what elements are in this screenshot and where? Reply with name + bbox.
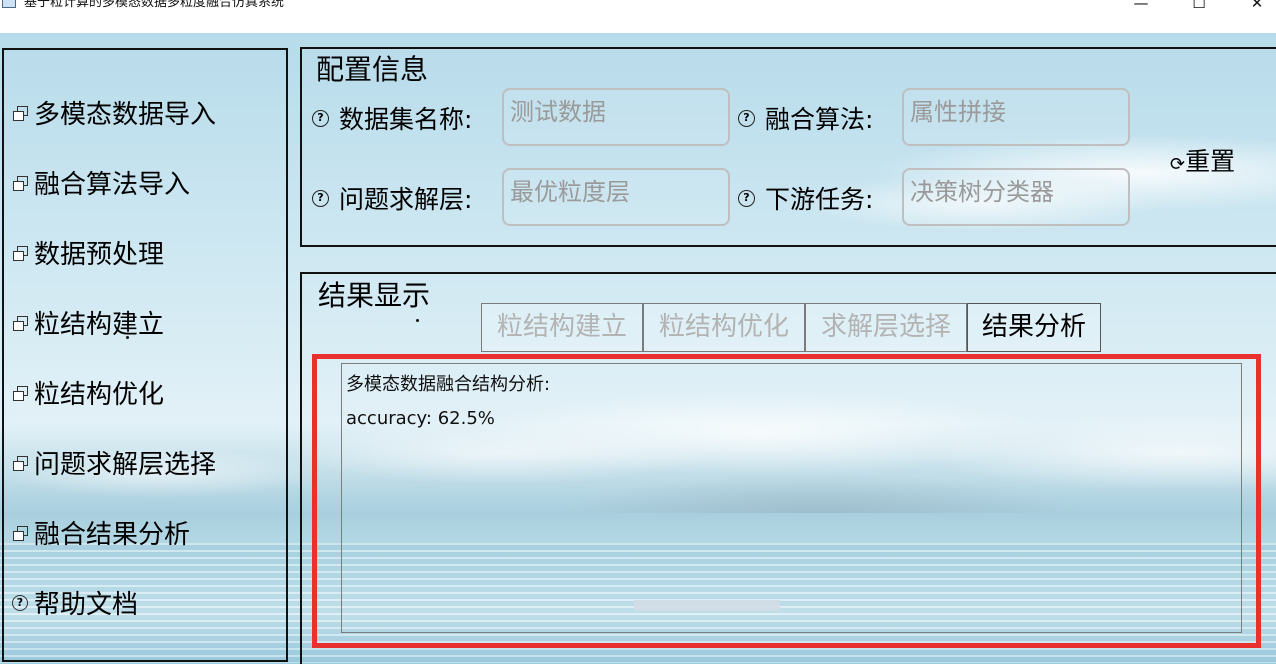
stray-dot	[126, 336, 129, 339]
help-icon[interactable]: ?	[312, 109, 329, 127]
window-icon	[12, 245, 28, 261]
algorithm-label-text: 融合算法:	[765, 105, 874, 134]
highlight-annotation	[312, 354, 1261, 648]
title-bar: 基于粒计算的多模态数据多粒度融合仿真系统 — ☐ ✕	[0, 0, 1276, 22]
sidebar-item-help[interactable]: ? 帮助文档	[12, 584, 138, 621]
help-icon[interactable]: ?	[738, 189, 755, 207]
sidebar-item-algorithm-import[interactable]: 融合算法导入	[12, 164, 190, 201]
tab-granule-build[interactable]: 粒结构建立	[481, 303, 643, 352]
window-title: 基于粒计算的多模态数据多粒度融合仿真系统	[24, 0, 285, 10]
config-title: 配置信息	[316, 53, 429, 86]
sidebar-item-label: 帮助文档	[34, 590, 139, 620]
sidebar-item-label: 问题求解层选择	[34, 450, 217, 480]
minimize-button[interactable]: —	[1118, 0, 1164, 18]
sidebar-item-multimodal-import[interactable]: 多模态数据导入	[12, 94, 216, 131]
sidebar-item-label: 粒结构建立	[34, 310, 165, 340]
result-title: 结果显示	[318, 279, 431, 312]
sidebar-item-label: 融合结果分析	[34, 520, 191, 550]
refresh-icon: ⟳	[1170, 154, 1186, 175]
algorithm-label: ? 融合算法:	[738, 100, 873, 136]
reset-label: 重置	[1185, 147, 1236, 176]
sidebar-item-label: 粒结构优化	[34, 380, 165, 410]
solve-layer-label-text: 问题求解层:	[339, 185, 473, 214]
sidebar-item-result-analysis[interactable]: 融合结果分析	[12, 514, 190, 551]
help-icon: ?	[12, 594, 28, 611]
window-icon	[12, 385, 28, 401]
task-field[interactable]: 决策树分类器	[902, 168, 1130, 226]
sidebar	[2, 48, 288, 662]
tab-granule-optimize[interactable]: 粒结构优化	[643, 303, 805, 352]
tab-result-analysis[interactable]: 结果分析	[967, 303, 1101, 352]
stray-dot	[416, 319, 419, 322]
close-button[interactable]: ✕	[1234, 0, 1276, 18]
tab-layer-select[interactable]: 求解层选择	[805, 303, 967, 352]
help-icon[interactable]: ?	[312, 189, 329, 207]
sidebar-item-preprocessing[interactable]: 数据预处理	[12, 234, 164, 271]
sidebar-item-layer-select[interactable]: 问题求解层选择	[12, 444, 216, 481]
app-icon	[2, 0, 16, 8]
task-label: ? 下游任务:	[738, 180, 873, 216]
dataset-label: ? 数据集名称:	[312, 100, 472, 136]
solve-layer-label: ? 问题求解层:	[312, 180, 472, 216]
sidebar-item-granule-optimize[interactable]: 粒结构优化	[12, 374, 164, 411]
reset-button[interactable]: ⟳重置	[1170, 142, 1235, 178]
window-icon	[12, 455, 28, 471]
solve-layer-field[interactable]: 最优粒度层	[502, 168, 730, 226]
sidebar-item-label: 融合算法导入	[34, 170, 191, 200]
sidebar-item-label: 多模态数据导入	[34, 100, 217, 130]
window-icon	[12, 315, 28, 331]
maximize-button[interactable]: ☐	[1176, 0, 1222, 18]
window-icon	[12, 175, 28, 191]
sidebar-item-granule-build[interactable]: 粒结构建立	[12, 304, 164, 341]
help-icon[interactable]: ?	[738, 109, 755, 127]
task-label-text: 下游任务:	[765, 185, 874, 214]
dataset-label-text: 数据集名称:	[339, 105, 473, 134]
dataset-field[interactable]: 测试数据	[502, 88, 730, 146]
algorithm-field[interactable]: 属性拼接	[902, 88, 1130, 146]
sidebar-item-label: 数据预处理	[34, 240, 165, 270]
window-icon	[12, 105, 28, 121]
window-icon	[12, 525, 28, 541]
